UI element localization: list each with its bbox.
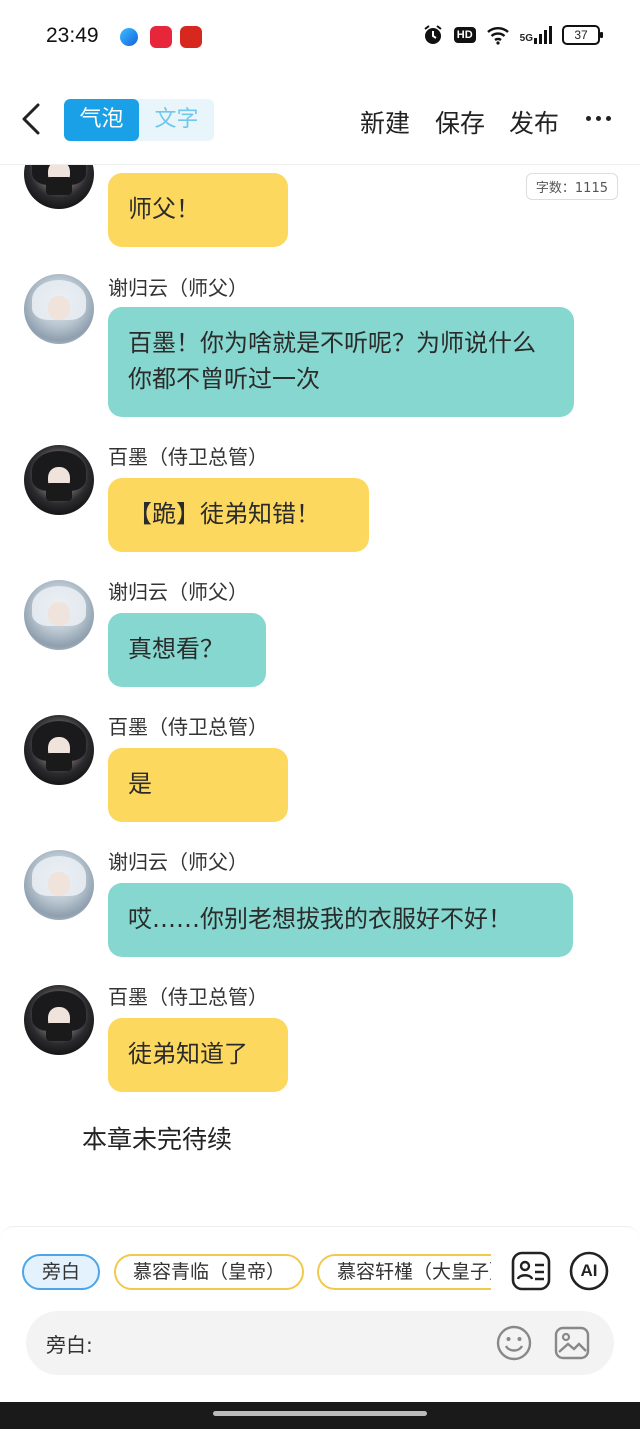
status-time: 23:49 [46, 24, 99, 47]
avatar[interactable] [24, 580, 94, 650]
message-input[interactable]: 旁白: [26, 1311, 614, 1375]
battery-icon: 37 [562, 25, 603, 45]
new-button[interactable]: 新建 [360, 104, 410, 140]
status-icons: HD 5G 37 [422, 24, 603, 46]
image-icon[interactable] [554, 1325, 590, 1361]
alarm-icon [424, 25, 442, 44]
message-bubble[interactable]: 师父！ [108, 173, 288, 247]
character-chip[interactable]: 慕容青临（皇帝） [114, 1254, 304, 1290]
speaker-name: 谢归云（师父） [108, 580, 248, 604]
message-bubble[interactable]: 是 [108, 748, 288, 822]
tab-text[interactable]: 文字 [139, 99, 214, 141]
speaker-name: 谢归云（师父） [108, 276, 248, 300]
chat-area[interactable]: 师父！ 字数：1115 谢归云（师父） 百墨！你为啥就是不听呢？为师说什么你都不… [0, 165, 640, 1225]
app-notification-icon [120, 28, 138, 46]
app-notification-icon [180, 26, 202, 48]
avatar[interactable] [24, 274, 94, 344]
input-label: 旁白: [46, 1333, 93, 1357]
speaker-name: 百墨（侍卫总管） [108, 985, 268, 1009]
back-arrow-icon[interactable] [16, 102, 50, 136]
speaker-name: 谢归云（师父） [108, 850, 248, 874]
wifi-icon [486, 27, 509, 45]
chapter-end-text: 本章未完待续 [82, 1125, 233, 1154]
avatar[interactable] [24, 850, 94, 920]
top-bar: 气泡 文字 新建 保存 发布 [0, 72, 640, 165]
signal-icon: 5G [520, 26, 552, 44]
hd-icon: HD [453, 27, 476, 43]
app-notification-icon [150, 26, 172, 48]
tab-bubble[interactable]: 气泡 [64, 99, 139, 141]
avatar[interactable] [24, 715, 94, 785]
avatar[interactable] [24, 985, 94, 1055]
bottom-panel: 旁白 慕容青临（皇帝） 慕容轩槿（大皇子） AI 旁白: [0, 1226, 640, 1403]
home-indicator[interactable] [213, 1411, 427, 1416]
character-chip[interactable]: 慕容轩槿（大皇子） [317, 1254, 491, 1290]
character-card-icon[interactable] [511, 1251, 551, 1291]
navigation-bar [0, 1402, 640, 1429]
message-bubble[interactable]: 哎……你别老想拔我的衣服好不好！ [108, 883, 573, 957]
mode-toggle: 气泡 文字 [64, 99, 214, 141]
message-bubble[interactable]: 徒弟知道了 [108, 1018, 288, 1092]
message-bubble[interactable]: 【跪】徒弟知错！ [108, 478, 369, 552]
ai-button[interactable]: AI [569, 1251, 609, 1291]
save-button[interactable]: 保存 [435, 104, 485, 140]
message-bubble[interactable]: 百墨！你为啥就是不听呢？为师说什么你都不曾听过一次 [108, 307, 574, 417]
emoji-icon[interactable] [496, 1325, 532, 1361]
network-type: 5G [519, 33, 533, 44]
more-icon[interactable] [586, 116, 611, 121]
publish-button[interactable]: 发布 [509, 104, 559, 140]
message-bubble[interactable]: 真想看？ [108, 613, 266, 687]
status-bar: 23:49 HD 5G 37 [0, 0, 640, 72]
avatar[interactable] [24, 165, 94, 209]
speaker-name: 百墨（侍卫总管） [108, 445, 268, 469]
word-count-badge: 字数：1115 [525, 173, 618, 200]
speaker-name: 百墨（侍卫总管） [108, 715, 268, 739]
character-chip-narrator[interactable]: 旁白 [22, 1254, 100, 1290]
ai-label: AI [580, 1261, 598, 1280]
avatar[interactable] [24, 445, 94, 515]
